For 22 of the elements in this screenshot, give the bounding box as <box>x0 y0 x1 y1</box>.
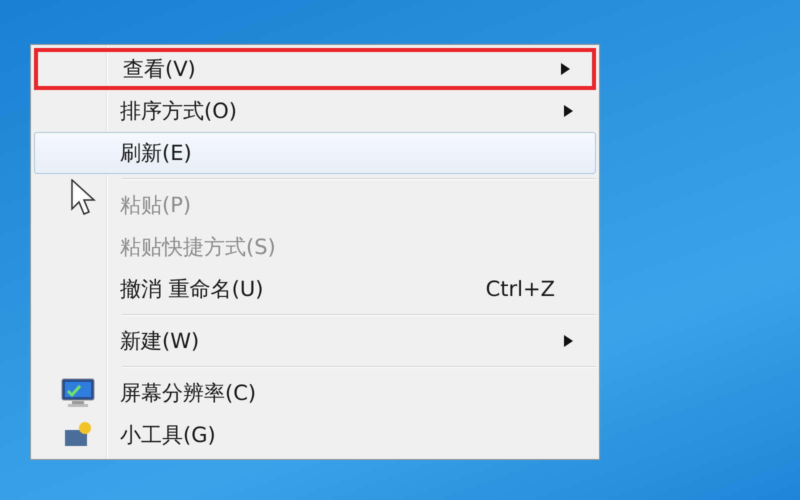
menu-item-label: 撤消 重命名(U) <box>120 276 264 303</box>
menu-item-label: 屏幕分辨率(C) <box>120 380 258 407</box>
menu-item[interactable]: 刷新(E) <box>34 132 596 174</box>
submenu-arrow-icon <box>564 335 573 347</box>
menu-item-label: 新建(W) <box>120 328 200 355</box>
menu-item-label: 刷新(E) <box>120 140 193 167</box>
menu-item[interactable]: 查看(V) <box>34 48 596 90</box>
menu-item[interactable]: 撤消 重命名(U) Ctrl+Z <box>34 268 596 310</box>
menu-item[interactable]: 屏幕分辨率(C) <box>34 372 596 414</box>
monitor-icon <box>60 378 96 408</box>
menu-item-label: 排序方式(O) <box>120 98 238 125</box>
mouse-pointer-icon <box>71 179 97 217</box>
menu-item-label: 查看(V) <box>123 56 197 83</box>
menu-item-label: 粘贴快捷方式(S) <box>120 234 277 261</box>
menu-item-label: 小工具(G) <box>120 422 217 449</box>
shortcut-label: Ctrl+Z <box>486 277 555 301</box>
menu-item[interactable]: 新建(W) <box>34 320 596 362</box>
menu-item[interactable]: 小工具(G) <box>34 414 596 456</box>
submenu-arrow-icon <box>561 63 570 75</box>
submenu-arrow-icon <box>564 105 573 117</box>
menu-item-label: 粘贴(P) <box>120 192 192 219</box>
menu-item[interactable]: 排序方式(O) <box>34 90 596 132</box>
